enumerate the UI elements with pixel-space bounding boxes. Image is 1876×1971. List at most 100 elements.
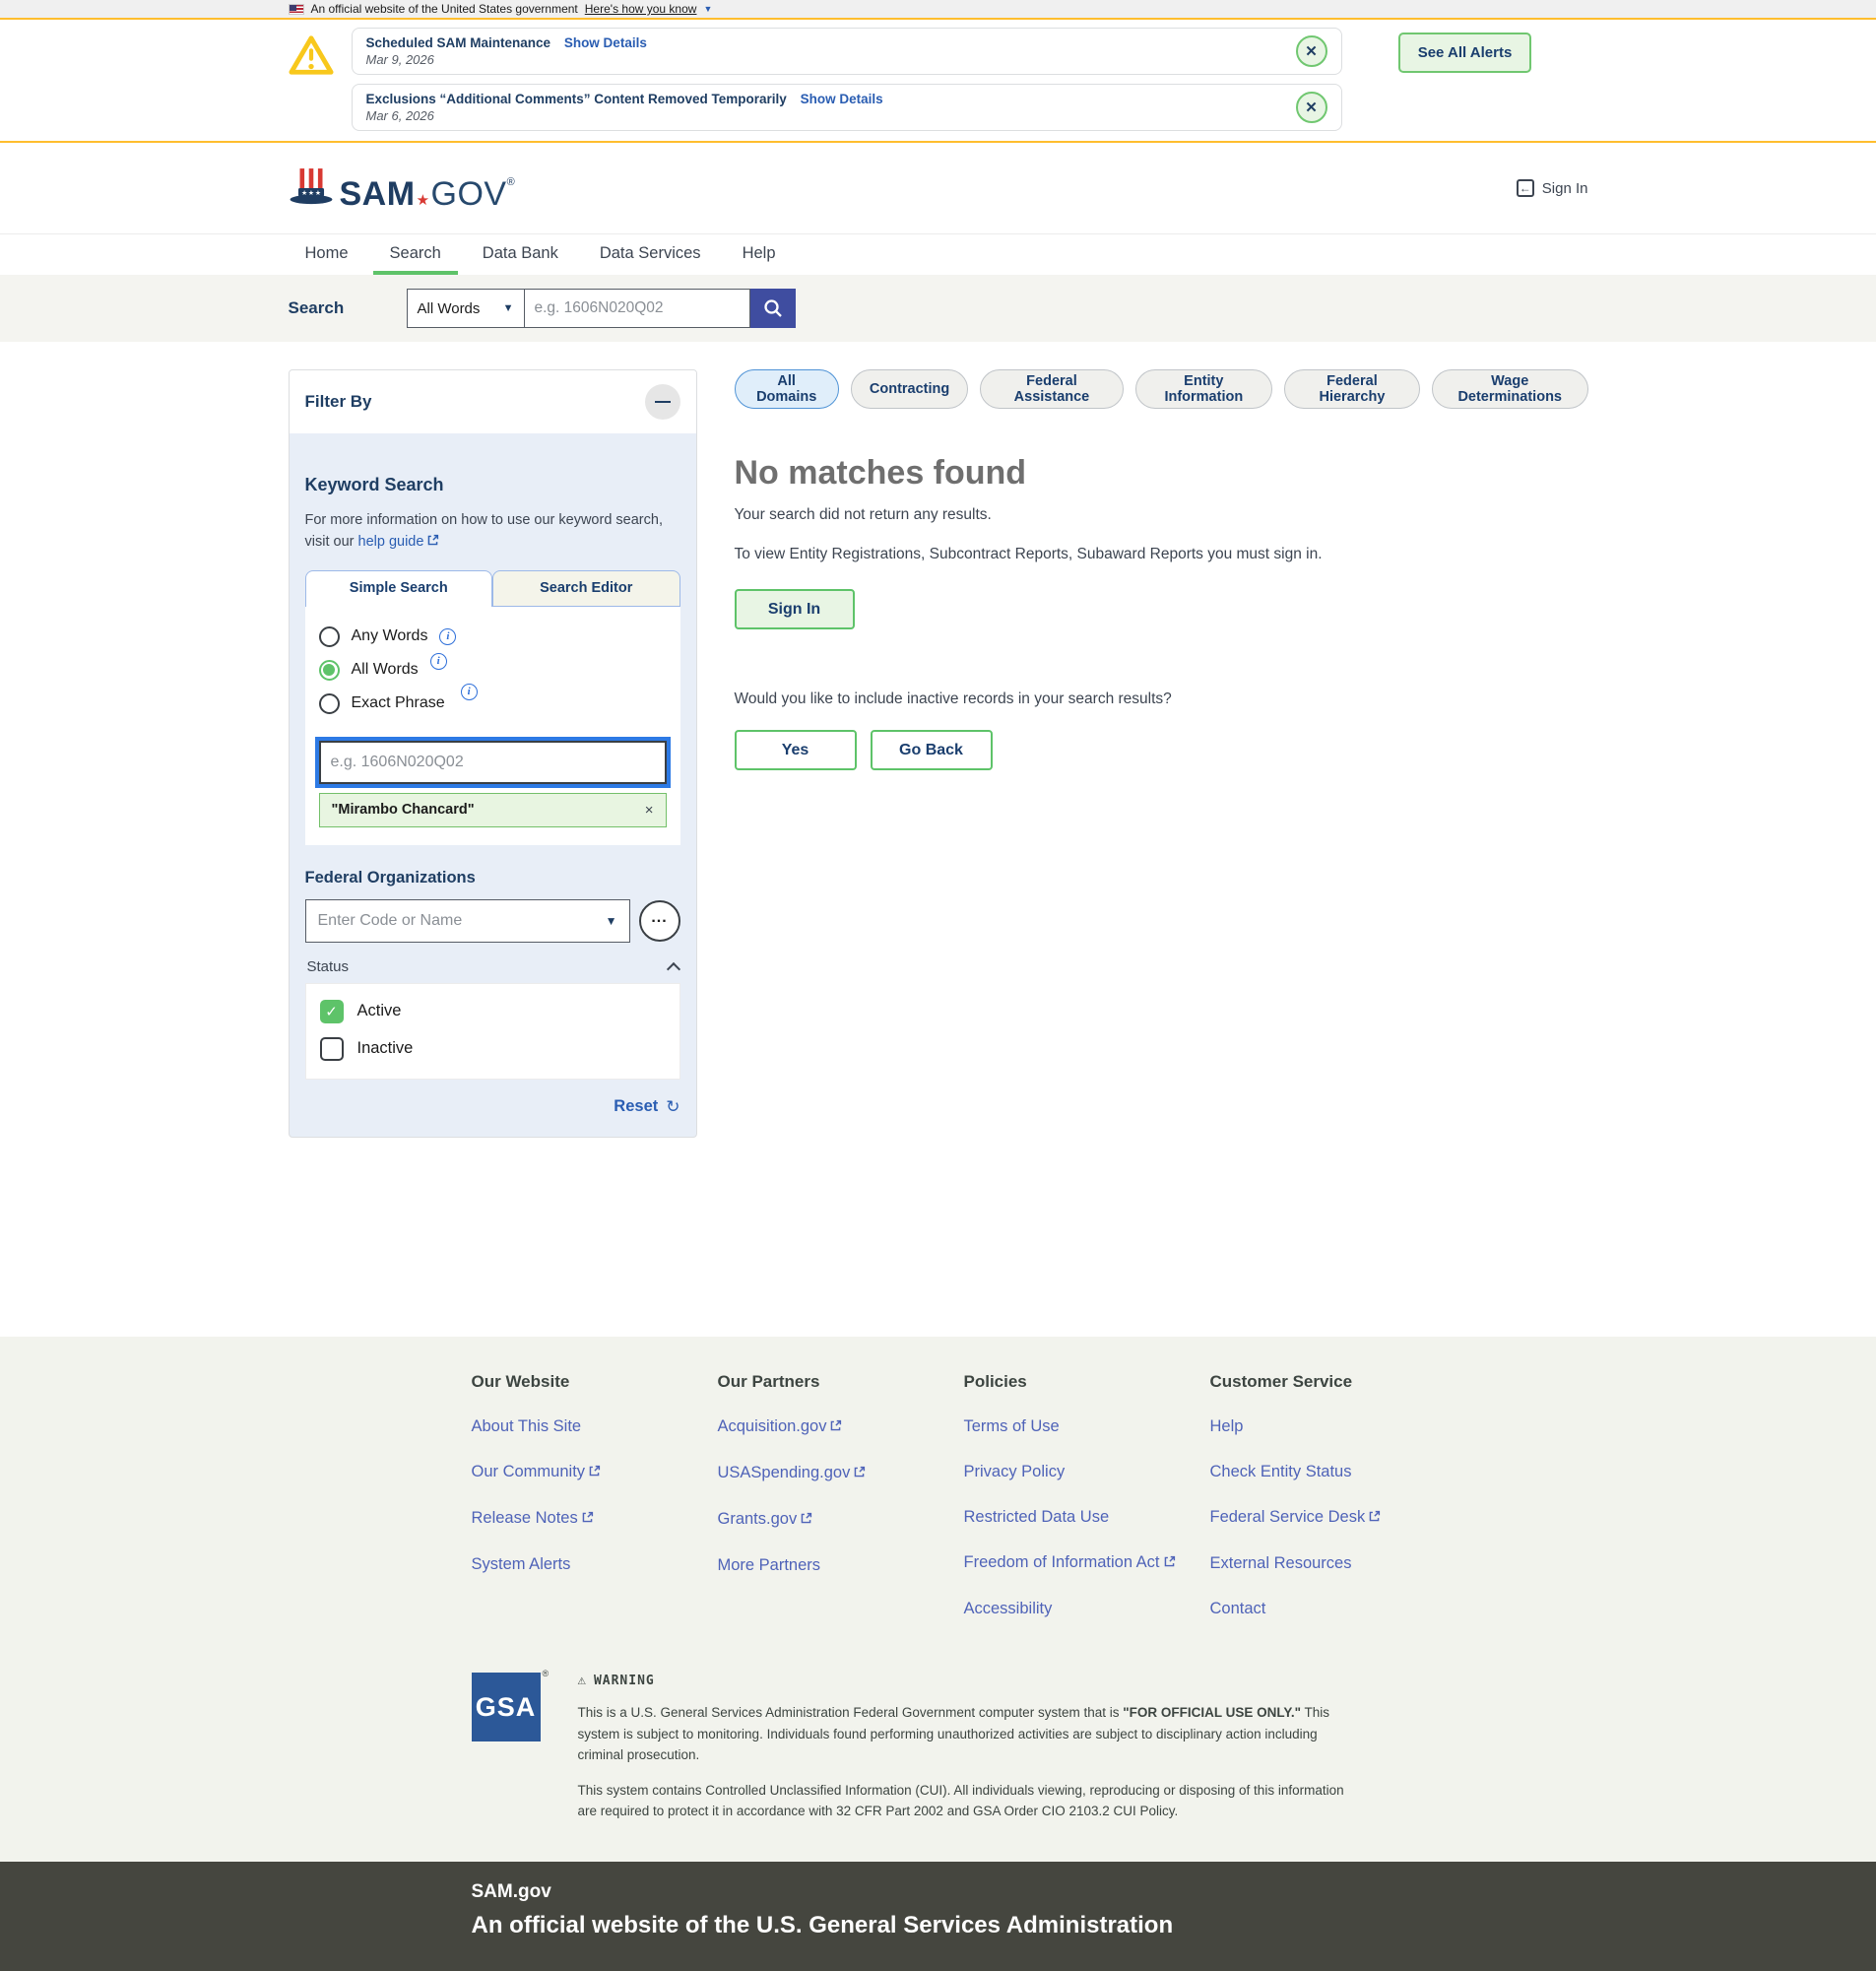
checkbox-inactive[interactable] — [320, 1037, 344, 1061]
tab-search-editor[interactable]: Search Editor — [492, 570, 680, 607]
see-all-alerts-button[interactable]: See All Alerts — [1398, 33, 1532, 73]
domain-pill-federal-assistance[interactable]: Federal Assistance — [980, 369, 1123, 409]
federal-org-more-button[interactable]: ... — [639, 900, 680, 942]
radio-all-words[interactable] — [319, 660, 340, 681]
footer-heading: Our Website — [472, 1372, 718, 1392]
top-search-input[interactable] — [525, 289, 750, 328]
inactive-records-question: Would you like to include inactive recor… — [735, 690, 1588, 708]
nav-item-help[interactable]: Help — [726, 234, 793, 275]
info-icon[interactable]: i — [430, 653, 447, 670]
footer-link-label: About This Site — [472, 1417, 582, 1435]
tab-simple-search[interactable]: Simple Search — [305, 570, 493, 607]
footer-link-terms-of-use[interactable]: Terms of Use — [964, 1417, 1210, 1436]
how-you-know-link[interactable]: Here's how you know — [585, 2, 697, 16]
footer-link-external-resources[interactable]: External Resources — [1210, 1554, 1456, 1573]
nav-item-search[interactable]: Search — [373, 234, 458, 275]
main-area: Filter By Keyword Search For more inform… — [0, 342, 1876, 1337]
reset-filters-link[interactable]: Reset — [614, 1097, 658, 1116]
footer-link-acquisition-gov[interactable]: Acquisition.gov — [718, 1417, 964, 1437]
search-mode-value: All Words — [418, 300, 481, 317]
footer-link-accessibility[interactable]: Accessibility — [964, 1600, 1210, 1618]
footer-heading: Policies — [964, 1372, 1210, 1392]
footer-col-our-partners: Our Partners Acquisition.gov USASpending… — [718, 1372, 964, 1645]
info-icon[interactable]: i — [461, 684, 478, 700]
search-submit-button[interactable] — [750, 289, 796, 328]
warning-paragraph-1: This is a U.S. General Services Administ… — [578, 1702, 1366, 1766]
remove-chip-icon[interactable]: × — [645, 802, 654, 819]
info-icon[interactable]: i — [439, 628, 456, 645]
go-back-button[interactable]: Go Back — [871, 730, 993, 770]
footer-link-label: Check Entity Status — [1210, 1463, 1352, 1480]
footer-link-contact[interactable]: Contact — [1210, 1600, 1456, 1618]
chevron-down-icon: ▼ — [703, 4, 712, 14]
nav-item-data-services[interactable]: Data Services — [583, 234, 718, 275]
close-icon[interactable]: ✕ — [1296, 35, 1327, 67]
footer-link-about-this-site[interactable]: About This Site — [472, 1417, 718, 1436]
footer-link-label: Federal Service Desk — [1210, 1508, 1366, 1526]
domain-pill-entity-information[interactable]: Entity Information — [1135, 369, 1272, 409]
footer-link-federal-service-desk[interactable]: Federal Service Desk — [1210, 1508, 1456, 1528]
close-icon[interactable]: ✕ — [1296, 92, 1327, 123]
sign-in-label: Sign In — [1542, 180, 1588, 197]
sign-in-required-text: To view Entity Registrations, Subcontrac… — [735, 544, 1394, 565]
radio-exact-phrase[interactable] — [319, 693, 340, 714]
uncle-sam-hat-icon: ★ ★ ★ — [289, 165, 334, 211]
keyword-search-input[interactable] — [319, 741, 667, 784]
logo-gov-text: GOV — [431, 175, 507, 213]
footer-link-label: System Alerts — [472, 1555, 571, 1573]
radio-any-words[interactable] — [319, 626, 340, 647]
gov-banner-text: An official website of the United States… — [311, 2, 578, 16]
domain-pill-contracting[interactable]: Contracting — [851, 369, 968, 409]
footer-link-privacy-policy[interactable]: Privacy Policy — [964, 1463, 1210, 1481]
footer-link-label: Accessibility — [964, 1600, 1053, 1617]
alert-date: Mar 6, 2026 — [366, 108, 1296, 123]
show-details-link[interactable]: Show Details — [801, 92, 883, 106]
federal-organizations-heading: Federal Organizations — [305, 869, 680, 887]
keyword-chip-label: "Mirambo Chancard" — [332, 802, 475, 818]
collapse-filters-button[interactable] — [645, 384, 680, 420]
footer-link-help[interactable]: Help — [1210, 1417, 1456, 1436]
logo-star-icon: ★ — [417, 192, 430, 209]
domain-pill-federal-hierarchy[interactable]: Federal Hierarchy — [1284, 369, 1420, 409]
show-details-link[interactable]: Show Details — [564, 35, 647, 50]
filter-panel: Filter By Keyword Search For more inform… — [289, 369, 697, 1138]
help-guide-label: help guide — [358, 534, 424, 550]
no-results-text: Your search did not return any results. — [735, 506, 1588, 524]
domain-pill-all-domains[interactable]: All Domains — [735, 369, 839, 409]
sign-in-button[interactable]: Sign In — [735, 589, 855, 629]
checkbox-inactive-label: Inactive — [357, 1039, 414, 1058]
alert-maintenance: Scheduled SAM Maintenance Show Details M… — [352, 28, 1342, 75]
footer-link-release-notes[interactable]: Release Notes — [472, 1509, 718, 1529]
simple-search-box: Any Words i All Words i Exact Phrase i — [305, 607, 680, 845]
chevron-up-icon[interactable] — [666, 962, 679, 976]
header-sign-in-link[interactable]: ← Sign In — [1517, 179, 1588, 197]
chevron-down-icon: ▼ — [606, 914, 617, 928]
external-link-icon — [1163, 1554, 1176, 1573]
footer-link-label: Freedom of Information Act — [964, 1553, 1160, 1571]
search-row-label: Search — [289, 298, 407, 318]
yes-button[interactable]: Yes — [735, 730, 857, 770]
nav-item-home[interactable]: Home — [289, 234, 365, 275]
footer-link-system-alerts[interactable]: System Alerts — [472, 1555, 718, 1574]
dark-footer: SAM.gov An official website of the U.S. … — [0, 1862, 1876, 1971]
domain-pill-wage-determinations[interactable]: Wage Determinations — [1432, 369, 1588, 409]
help-guide-link[interactable]: help guide — [358, 534, 440, 550]
search-mode-select[interactable]: All Words ▼ — [407, 289, 525, 328]
samgov-logo[interactable]: ★ ★ ★ SAM★GOV® — [289, 165, 516, 211]
nav-item-data-bank[interactable]: Data Bank — [466, 234, 575, 275]
footer-link-restricted-data-use[interactable]: Restricted Data Use — [964, 1508, 1210, 1527]
logo-sam-text: SAM — [340, 175, 416, 213]
keyword-search-tabs: Simple Search Search Editor — [305, 570, 680, 607]
footer-link-usaspending-gov[interactable]: USASpending.gov — [718, 1464, 964, 1483]
alert-date: Mar 9, 2026 — [366, 52, 1296, 67]
footer-link-grants-gov[interactable]: Grants.gov — [718, 1510, 964, 1530]
checkbox-active[interactable]: ✓ — [320, 1000, 344, 1023]
footer-link-more-partners[interactable]: More Partners — [718, 1556, 964, 1575]
footer-link-check-entity-status[interactable]: Check Entity Status — [1210, 1463, 1456, 1481]
federal-org-select[interactable]: Enter Code or Name ▼ — [305, 899, 630, 943]
footer-link-our-community[interactable]: Our Community — [472, 1463, 718, 1482]
filter-by-title: Filter By — [305, 392, 372, 412]
footer-col-our-website: Our Website About This Site Our Communit… — [472, 1372, 718, 1645]
footer-link-foia[interactable]: Freedom of Information Act — [964, 1553, 1210, 1573]
external-link-icon — [800, 1511, 812, 1530]
